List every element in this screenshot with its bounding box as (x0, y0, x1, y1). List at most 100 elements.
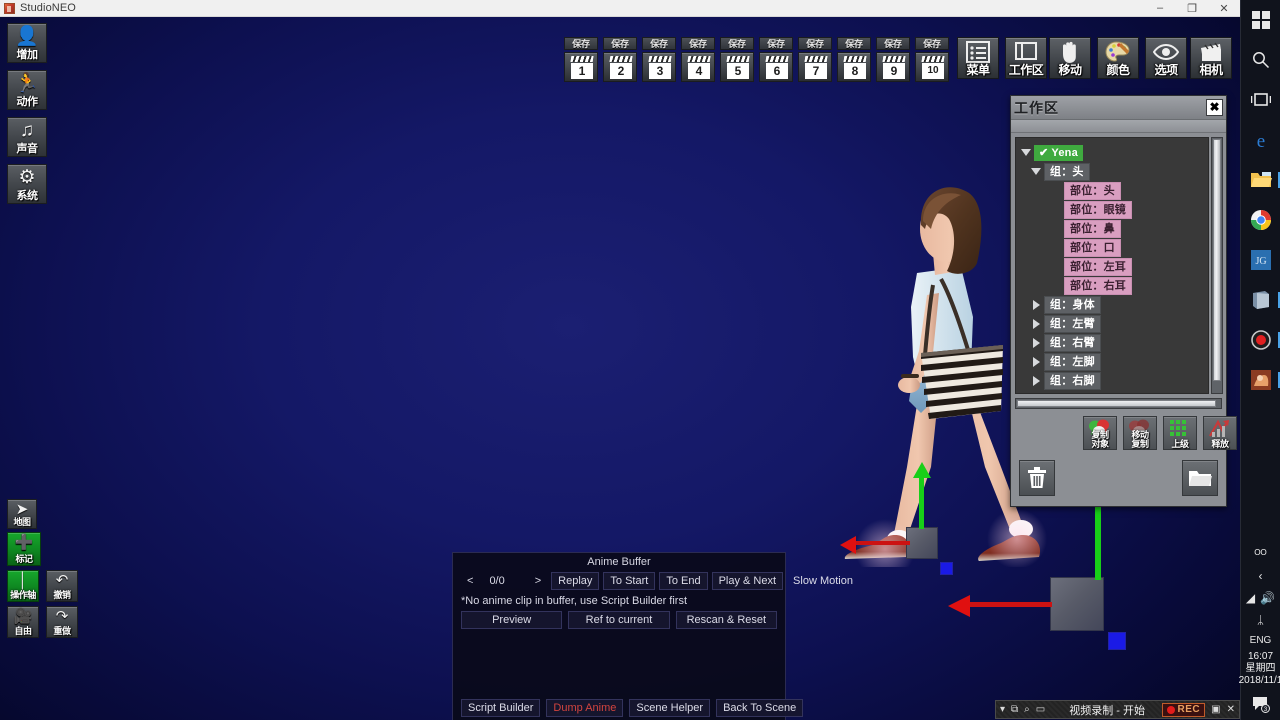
recorder-region-icon[interactable]: ▭ (1036, 704, 1045, 715)
tree-node-4[interactable]: 部位：眼镜 (1016, 200, 1208, 219)
left-bottom-item-3[interactable]: │ 操作轴 (7, 570, 39, 602)
rescan-and-reset-button[interactable]: Rescan & Reset (675, 611, 777, 629)
left-toolbar-item-2[interactable]: 🏃 动作 (7, 70, 47, 110)
taskbar-item-onenote[interactable] (1241, 280, 1280, 320)
tree-node-chip-6[interactable]: 部位：口 (1064, 238, 1121, 257)
taskbar-item-windows-start[interactable] (1241, 0, 1280, 40)
people-share-icon[interactable]: ᴼᴼ (1254, 543, 1266, 565)
gizmo2-center-cube[interactable] (1050, 577, 1104, 631)
to-end-button[interactable]: To End (659, 572, 708, 590)
expand-triangle-icon[interactable] (1030, 356, 1042, 368)
recorder-close-icon[interactable]: ✕ (1227, 704, 1235, 715)
tree-node-10[interactable]: 组：左臂 (1016, 314, 1208, 333)
next-clip-button[interactable]: > (529, 573, 547, 589)
workspace-horizontal-scrollbar[interactable] (1015, 398, 1222, 409)
save-button-6[interactable]: 保存 (759, 37, 793, 50)
main-toolbar-item-2[interactable]: 工作区 (1005, 37, 1047, 79)
taskbar-item-search[interactable] (1241, 40, 1280, 80)
tree-node-chip-8[interactable]: 部位：右耳 (1064, 276, 1132, 295)
gizmo-x-axis[interactable] (854, 541, 910, 545)
main-toolbar-item-5[interactable]: 选项 (1145, 37, 1187, 79)
bluetooth-icon[interactable]: ᛦ (1257, 609, 1264, 631)
left-toolbar-item-1[interactable]: 👤 增加 (7, 23, 47, 63)
maximize-button[interactable]: ❐ (1176, 0, 1208, 17)
tree-node-chip-1[interactable]: ✔ Yena (1034, 144, 1083, 161)
workspace-tree[interactable]: ✔ Yena 组：头 部位：头 部位：眼镜 部位：鼻 部位：口 部位：左耳 部位：右耳 组：身体组… (1015, 137, 1209, 394)
gizmo2-x-axis[interactable] (970, 602, 1052, 607)
taskbar-item-recorder[interactable] (1241, 320, 1280, 360)
checkmark-icon[interactable]: ✔ (1039, 146, 1048, 160)
gizmo2-z-handle[interactable] (1108, 632, 1126, 650)
to-start-button[interactable]: To Start (603, 572, 656, 590)
load-slot-button-9[interactable]: 9 (876, 52, 910, 82)
taskbar-item-app-blue[interactable]: JG (1241, 240, 1280, 280)
main-toolbar-item-4[interactable]: 颜色 (1097, 37, 1139, 79)
language-indicator[interactable]: ENG (1250, 631, 1272, 651)
wifi-icon[interactable]: ◢ (1246, 591, 1255, 605)
close-button[interactable]: ✕ (1208, 0, 1240, 17)
tree-node-2[interactable]: 组：头 (1016, 162, 1208, 181)
workspace-action-3[interactable]: 上级 (1163, 416, 1197, 450)
minimize-button[interactable]: – (1144, 0, 1176, 17)
workspace-panel[interactable]: 工作区 ✖ ✔ Yena 组：头 部位：头 部位：眼镜 部位：鼻 部位：口 部位：左耳 部位：右… (1010, 95, 1237, 507)
play-and-next-button[interactable]: Play & Next (711, 572, 784, 590)
left-bottom-item-2[interactable]: ➕ 标记 (7, 532, 41, 566)
main-toolbar-item-3[interactable]: 移动 (1049, 37, 1091, 79)
tree-node-chip-2[interactable]: 组：头 (1044, 162, 1090, 181)
collapse-triangle-icon[interactable] (1020, 147, 1032, 159)
volume-icon[interactable]: 🔊 (1260, 591, 1275, 605)
main-toolbar-item-1[interactable]: 菜单 (957, 37, 999, 79)
tree-node-chip-7[interactable]: 部位：左耳 (1064, 257, 1132, 276)
save-button-4[interactable]: 保存 (681, 37, 715, 50)
left-toolbar-item-4[interactable]: ⚙ 系统 (7, 164, 47, 204)
open-folder-button[interactable] (1182, 460, 1218, 496)
load-slot-button-8[interactable]: 8 (837, 52, 871, 82)
collapse-triangle-icon[interactable] (1030, 166, 1042, 178)
tree-node-6[interactable]: 部位：口 (1016, 238, 1208, 257)
gizmo-center-cube[interactable] (906, 527, 938, 559)
replay-button[interactable]: Replay (551, 572, 600, 590)
tree-node-13[interactable]: 组：右脚 (1016, 371, 1208, 390)
tree-node-11[interactable]: 组：右臂 (1016, 333, 1208, 352)
taskbar-item-studioneo[interactable] (1241, 360, 1280, 400)
tree-node-5[interactable]: 部位：鼻 (1016, 219, 1208, 238)
save-button-3[interactable]: 保存 (642, 37, 676, 50)
tree-node-chip-10[interactable]: 组：左臂 (1044, 314, 1101, 333)
taskbar-item-edge-browser[interactable]: e (1241, 120, 1280, 160)
clock[interactable]: 16:07 星期四 2018/11/1 (1239, 651, 1280, 687)
3d-viewport[interactable]: 👤 增加 🏃 动作 ♫ 声音 ⚙ 系统 ➤ 地图 ➕ 标记 │ 操作轴 ↶ 撤销 🎥 自由 ↷ 重做 保存 1 保存 2 保… (0, 17, 1240, 720)
tray-expand-chevron-icon[interactable]: ‹ (1259, 565, 1263, 587)
load-slot-button-1[interactable]: 1 (564, 52, 598, 82)
tree-node-chip-4[interactable]: 部位：眼镜 (1064, 200, 1132, 219)
save-button-10[interactable]: 保存 (915, 37, 949, 50)
dump-anime-button[interactable]: Dump Anime (546, 699, 624, 717)
delete-button[interactable] (1019, 460, 1055, 496)
expand-triangle-icon[interactable] (1030, 375, 1042, 387)
anime-buffer-panel[interactable]: Anime Buffer < 0/0 > Replay To Start To … (452, 552, 853, 720)
tree-node-chip-12[interactable]: 组：左脚 (1044, 352, 1101, 371)
tree-node-1[interactable]: ✔ Yena (1016, 143, 1208, 162)
save-button-5[interactable]: 保存 (720, 37, 754, 50)
save-button-9[interactable]: 保存 (876, 37, 910, 50)
save-button-1[interactable]: 保存 (564, 37, 598, 50)
tree-node-chip-3[interactable]: 部位：头 (1064, 181, 1121, 200)
gizmo2-y-axis[interactable] (1095, 500, 1101, 580)
left-bottom-item-1[interactable]: ➤ 地图 (7, 499, 37, 529)
notification-center-button[interactable]: 3 (1249, 692, 1273, 716)
recorder-zoom-icon[interactable]: ⌕ (1024, 704, 1030, 715)
left-toolbar-item-3[interactable]: ♫ 声音 (7, 117, 47, 157)
save-button-7[interactable]: 保存 (798, 37, 832, 50)
workspace-action-1[interactable]: 复制 对象 (1083, 416, 1117, 450)
preview-button[interactable]: Preview (461, 611, 563, 629)
screen-recorder-bar[interactable]: ▾ ⧉ ⌕ ▭ 视频录制 - 开始 REC ▣ ✕ (995, 700, 1240, 719)
slow-motion-button[interactable]: Slow Motion (787, 573, 859, 589)
tree-node-7[interactable]: 部位：左耳 (1016, 257, 1208, 276)
load-slot-button-10[interactable]: 10 (915, 52, 949, 82)
load-slot-button-3[interactable]: 3 (642, 52, 676, 82)
scrollbar-thumb-vertical[interactable] (1213, 139, 1221, 382)
left-bottom-item-6[interactable]: ↷ 重做 (46, 606, 78, 638)
gizmo-y-axis[interactable] (919, 475, 924, 529)
load-slot-button-4[interactable]: 4 (681, 52, 715, 82)
recorder-screenshot-icon[interactable]: ▣ (1211, 704, 1220, 715)
expand-triangle-icon[interactable] (1030, 299, 1042, 311)
